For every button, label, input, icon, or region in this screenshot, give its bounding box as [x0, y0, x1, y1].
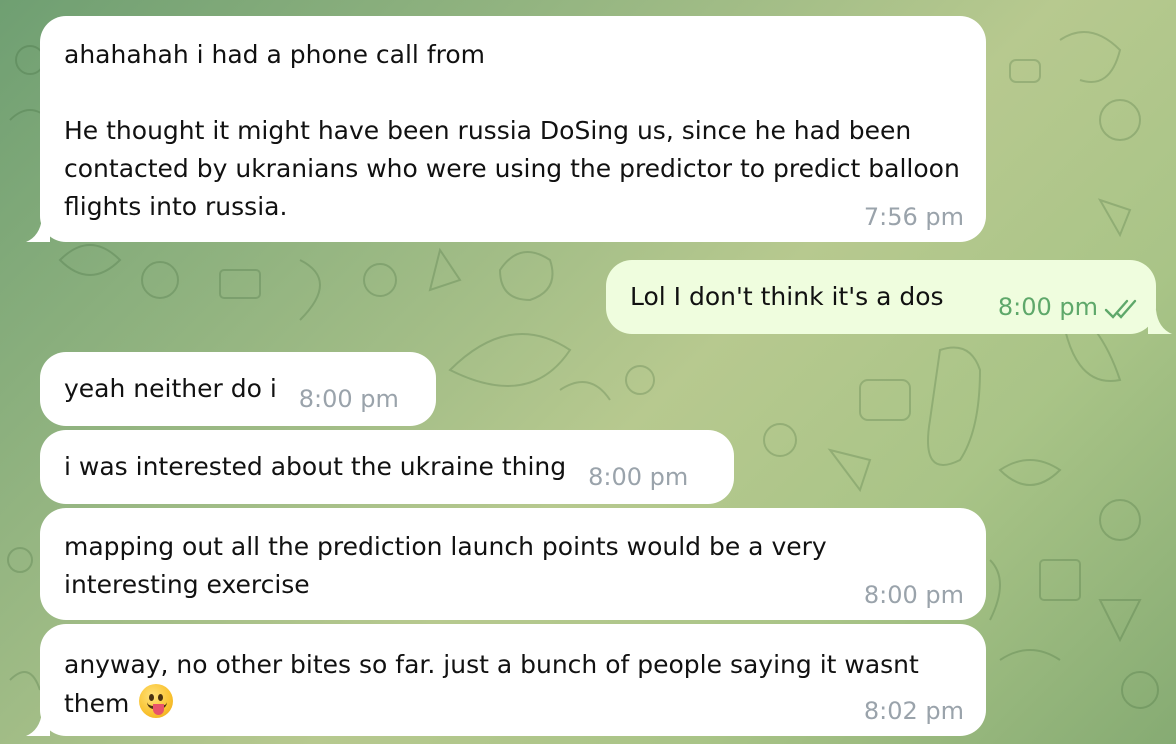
message-text: i was interested about the ukraine thing — [64, 452, 567, 481]
message-text: anyway, no other bites so far. just a bu… — [64, 646, 944, 723]
message-timestamp: 8:02 pm — [863, 697, 964, 725]
message-bubble-incoming[interactable]: ahahahah i had a phone call from He thou… — [40, 16, 986, 242]
message-bubble-incoming[interactable]: i was interested about the ukraine thing… — [40, 430, 734, 504]
message-timestamp: 8:00 pm — [298, 385, 399, 413]
message-timestamp: 8:00 pm — [863, 581, 964, 609]
message-text-content: anyway, no other bites so far. just a bu… — [64, 650, 927, 718]
message-bubble-incoming[interactable]: mapping out all the prediction launch po… — [40, 508, 986, 620]
message-timestamp: 8:00 pm — [588, 463, 689, 491]
message-bubble-incoming[interactable]: yeah neither do i 8:00 pm — [40, 352, 436, 426]
bubble-tail — [1148, 310, 1172, 334]
message-timestamp: 7:56 pm — [863, 203, 964, 231]
message-timestamp: 8:00 pm — [997, 293, 1098, 321]
bubble-tail — [26, 712, 50, 736]
read-double-check-icon — [1104, 299, 1137, 319]
message-bubble-incoming[interactable]: anyway, no other bites so far. just a bu… — [40, 624, 986, 736]
bubble-tail — [26, 218, 50, 242]
message-bubble-outgoing[interactable]: Lol I don't think it's a dos 8:00 pm — [606, 260, 1156, 334]
message-text: yeah neither do i — [64, 374, 277, 403]
message-text: ahahahah i had a phone call from He thou… — [64, 40, 960, 221]
message-text: mapping out all the prediction launch po… — [64, 532, 835, 599]
face-with-tongue-emoji — [139, 684, 174, 718]
